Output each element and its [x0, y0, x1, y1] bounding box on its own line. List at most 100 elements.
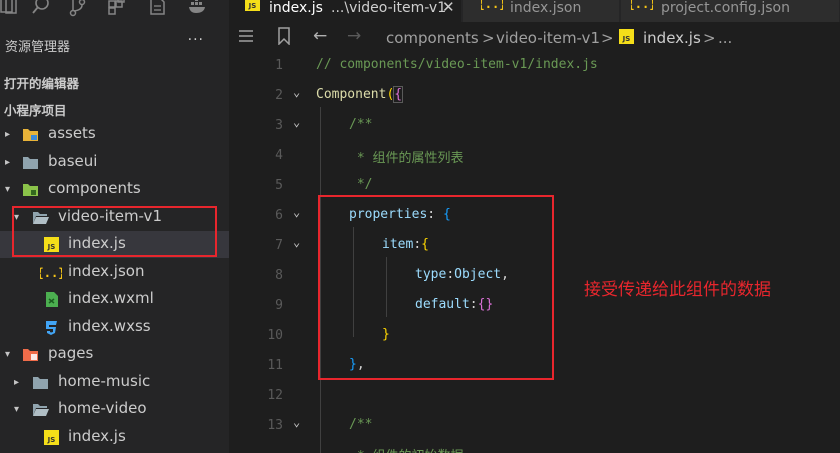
tree-item-label: index.json — [68, 262, 145, 280]
line-number: 3 — [275, 118, 283, 133]
line-number: 11 — [267, 358, 283, 373]
docker-icon[interactable] — [188, 0, 208, 18]
folder-icon — [32, 374, 49, 391]
source-control-icon[interactable] — [68, 0, 88, 18]
line-number: 1 — [275, 58, 283, 73]
line-number: 6 — [275, 208, 283, 223]
search-icon[interactable] — [31, 0, 51, 18]
document-icon[interactable] — [148, 0, 168, 18]
code-line: Component({ — [316, 86, 404, 103]
js-file-icon: JS — [43, 429, 60, 446]
tab-label: project.config.json — [661, 0, 790, 16]
svg-text:{..}: {..} — [631, 0, 653, 11]
fold-chevron-icon[interactable]: ⌄ — [293, 85, 300, 99]
tree-item-label: index.wxss — [68, 317, 151, 335]
extensions-icon[interactable] — [107, 0, 127, 18]
folder-components-icon — [22, 181, 39, 198]
chevron-down-icon: ▾ — [14, 404, 20, 415]
code-line: /** — [349, 117, 373, 132]
tree-item-label: components — [48, 179, 141, 197]
tree-item-baseui[interactable]: ▸ baseui — [0, 149, 229, 176]
tree-item-label: home-music — [58, 372, 151, 390]
json-file-icon: {..} — [37, 264, 66, 281]
svg-text:JS: JS — [622, 35, 631, 43]
project-section[interactable]: 小程序项目 — [4, 100, 67, 119]
svg-text:{..}: {..} — [40, 266, 62, 280]
tab-path-hint: ...\video-item-v1 — [331, 0, 447, 16]
line-number: 8 — [275, 268, 283, 283]
more-actions-button[interactable]: ··· — [188, 32, 204, 48]
tree-item-components[interactable]: ▾ components — [0, 176, 229, 203]
explorer-sidebar: 资源管理器 ··· 打开的编辑器 小程序项目 ▸ assets ▸ baseui… — [0, 22, 229, 453]
explorer-icon[interactable] — [0, 0, 20, 18]
fold-chevron-icon[interactable]: ⌄ — [293, 205, 300, 219]
svg-text:JS: JS — [248, 2, 257, 10]
open-editors-section[interactable]: 打开的编辑器 — [4, 73, 79, 92]
breadcrumb-item[interactable]: ... — [718, 29, 732, 47]
code-editor[interactable]: 1 2 3 4 5 6 7 8 9 10 11 12 13 ⌄ ⌄ ⌄ ⌄ ⌄ … — [229, 52, 840, 453]
code-line: // components/video-item-v1/index.js — [316, 57, 598, 72]
fold-chevron-icon[interactable]: ⌄ — [293, 415, 300, 429]
line-number: 9 — [275, 298, 283, 313]
forward-arrow-icon[interactable]: → — [347, 26, 361, 46]
tree-item-label: assets — [48, 124, 96, 142]
tree-item-home-video[interactable]: ▾ home-video — [0, 396, 229, 423]
tree-item-pages[interactable]: ▾ pages — [0, 341, 229, 368]
wxml-file-icon — [43, 291, 60, 308]
tree-item-label: baseui — [48, 152, 98, 170]
line-number: 12 — [267, 388, 283, 403]
svg-text:JS: JS — [47, 436, 56, 444]
svg-text:{..}: {..} — [481, 0, 503, 11]
line-number: 4 — [275, 148, 283, 163]
tab-index-json[interactable]: {..} index.json — [463, 0, 620, 22]
tree-item-label: index.wxml — [68, 289, 154, 307]
breadcrumb: ← → components > video-item-v1 > JS inde… — [229, 22, 840, 52]
tree-item-index-js[interactable]: JS index.js — [0, 424, 229, 451]
tree-item-index-json[interactable]: {..} index.json — [0, 259, 229, 286]
code-line: * 组件的初始数据 — [349, 445, 464, 453]
line-number: 5 — [275, 178, 283, 193]
code-line: */ — [349, 177, 373, 192]
back-arrow-icon[interactable]: ← — [313, 26, 327, 46]
breadcrumb-item[interactable]: index.js — [643, 29, 701, 47]
tree-item-index-wxss[interactable]: index.wxss — [0, 314, 229, 341]
code-token: Component — [316, 87, 387, 102]
breadcrumb-item[interactable]: video-item-v1 — [496, 29, 600, 47]
breadcrumb-separator: > — [601, 29, 614, 47]
json-file-icon: {..} — [628, 0, 657, 13]
breadcrumb-separator: > — [703, 29, 716, 47]
tab-project-config-json[interactable]: {..} project.config.json — [621, 0, 840, 22]
highlight-box — [12, 206, 217, 257]
folder-open-icon — [32, 401, 49, 418]
line-number: 7 — [275, 238, 283, 253]
js-file-icon: JS — [618, 28, 635, 49]
chevron-right-icon: ▸ — [5, 129, 11, 140]
bookmark-icon[interactable] — [276, 27, 292, 49]
breadcrumb-item[interactable]: components — [386, 29, 479, 47]
tree-item-home-music[interactable]: ▸ home-music — [0, 369, 229, 396]
activity-bar — [0, 0, 229, 22]
chevron-down-icon: ▾ — [5, 349, 11, 360]
code-line: * 组件的属性列表 — [349, 151, 464, 166]
fold-chevron-icon[interactable]: ⌄ — [293, 115, 300, 129]
list-icon[interactable] — [237, 27, 255, 49]
line-number: 13 — [267, 418, 283, 433]
tab-bar: JS index.js ...\video-item-v1 ✕ {..} ind… — [229, 0, 840, 22]
highlight-box — [318, 195, 554, 380]
line-number: 2 — [275, 88, 283, 103]
folder-icon — [22, 154, 39, 171]
wxss-file-icon — [43, 319, 60, 336]
tree-item-label: home-video — [58, 399, 147, 417]
fold-chevron-icon[interactable]: ⌄ — [293, 235, 300, 249]
tab-index-js[interactable]: JS index.js ...\video-item-v1 ✕ — [229, 0, 462, 22]
code-token: { — [393, 86, 404, 103]
close-icon[interactable]: ✕ — [442, 0, 455, 15]
tree-item-assets[interactable]: ▸ assets — [0, 121, 229, 148]
tab-label: index.json — [510, 0, 582, 16]
explorer-title: 资源管理器 — [5, 40, 71, 55]
tree-item-index-wxml[interactable]: index.wxml — [0, 286, 229, 313]
breadcrumb-separator: > — [482, 29, 495, 47]
folder-pages-icon — [22, 346, 39, 363]
chevron-right-icon: ▸ — [14, 377, 20, 388]
chevron-down-icon: ▾ — [5, 184, 11, 195]
